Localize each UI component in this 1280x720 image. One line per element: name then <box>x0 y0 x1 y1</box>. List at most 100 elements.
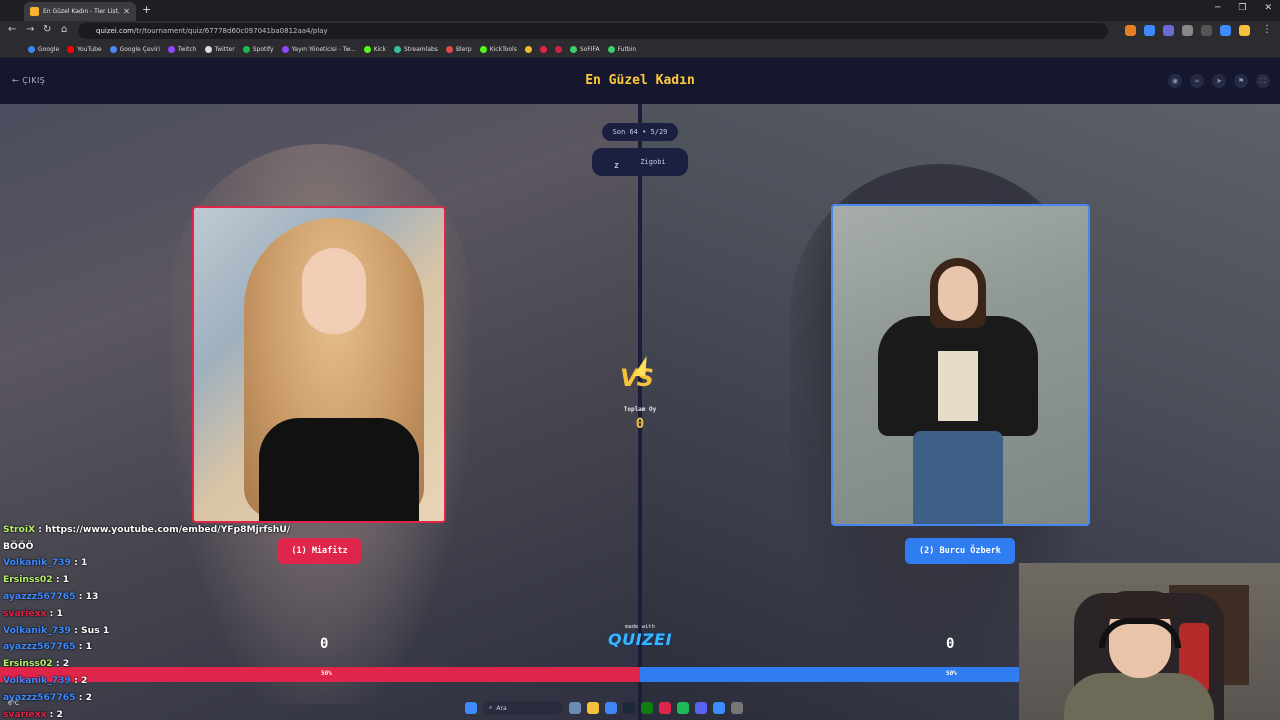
choose-left-button[interactable]: (1) Miafitz <box>278 538 361 564</box>
close-window-icon[interactable]: ✕ <box>1264 3 1272 13</box>
forward-icon[interactable]: → <box>26 24 34 35</box>
reload-icon[interactable]: ↻ <box>43 24 51 35</box>
bookmark-item[interactable]: Spotify <box>242 45 274 53</box>
chat-text: 1 <box>56 607 63 619</box>
bookmarks-bar: Google YouTube Google Çeviri Twitch Twitter S… <box>0 41 1280 58</box>
chat-message: ayazzz567765 : 2 <box>3 689 283 706</box>
creator-name: Zigobi <box>629 153 677 171</box>
bookmark-label: Twitter <box>214 45 235 53</box>
bookmark-item[interactable]: SoFIFA <box>569 45 600 53</box>
right-option-card[interactable] <box>831 204 1090 526</box>
windows-start-icon[interactable] <box>465 702 477 714</box>
bookmark-item[interactable]: Twitter <box>204 45 235 53</box>
task-view-icon[interactable] <box>569 702 581 714</box>
chat-text: 1 <box>62 574 70 586</box>
bookmark-item[interactable]: Streamlabs <box>393 45 438 53</box>
chat-username: Ersinss02 <box>3 574 53 586</box>
bookmark-item[interactable]: Google Çeviri <box>109 45 160 53</box>
bookmark-item[interactable] <box>554 45 562 53</box>
app-icon[interactable] <box>659 702 671 714</box>
bookmark-item[interactable]: Yayın Yöneticisi - Tw... <box>281 45 356 53</box>
chat-username: ayazzz567765 <box>3 591 76 603</box>
bookmark-item[interactable]: Futbin <box>607 45 637 53</box>
extension-icon[interactable] <box>1163 25 1174 36</box>
chat-separator: : <box>75 641 86 653</box>
new-tab-icon[interactable]: + <box>142 3 151 16</box>
bookmark-favicon-icon <box>167 45 175 53</box>
extension-icon[interactable] <box>1125 25 1136 36</box>
url-field[interactable]: quizei.com/tr/tournament/quiz/67778d60c0… <box>78 23 1108 39</box>
right-percent-label: 50% <box>946 670 957 677</box>
extension-icon[interactable] <box>1239 25 1250 36</box>
bookmark-label: Futbin <box>617 45 637 53</box>
chat-username: svariexx <box>3 708 47 720</box>
fullscreen-icon[interactable]: ⛶ <box>1256 74 1270 88</box>
chat-message: svariexx : 2 <box>3 706 283 720</box>
chat-message: StroiX : https://www.youtube.com/embed/Y… <box>3 521 290 538</box>
left-option-card[interactable] <box>192 206 446 523</box>
chat-username: Volkanik_739 <box>3 557 71 569</box>
browser-tab[interactable]: En Güzel Kadın - Tier List, Kör S ✕ <box>24 2 136 21</box>
creator-badge[interactable]: Z Zigobi <box>592 148 688 176</box>
send-icon[interactable]: ➤ <box>1212 74 1226 88</box>
extension-icon[interactable] <box>1144 25 1155 36</box>
chat-text: 1 <box>85 641 92 653</box>
round-label: Son 64 • 5/29 <box>601 123 679 141</box>
weather-widget[interactable]: 6°C <box>8 700 19 707</box>
close-tab-icon[interactable]: ✕ <box>123 7 130 16</box>
quizei-logo: QUIZEI <box>608 630 673 649</box>
chat-username: ayazzz567765 <box>3 641 76 653</box>
bookmark-item[interactable]: Twitch <box>167 45 197 53</box>
file-explorer-icon[interactable] <box>587 702 599 714</box>
chat-text: BÖÖÖ <box>3 540 34 552</box>
home-icon[interactable]: ⌂ <box>61 24 67 35</box>
bookmark-item[interactable]: KickTools <box>479 45 517 53</box>
quizei-favicon-icon <box>30 7 39 16</box>
extension-icons <box>1125 25 1250 36</box>
bookmark-favicon-icon <box>28 45 35 53</box>
bookmark-item[interactable]: YouTube <box>67 45 102 53</box>
bookmark-favicon-icon <box>281 45 289 53</box>
chrome-icon[interactable] <box>605 702 617 714</box>
extensions-puzzle-icon[interactable] <box>1201 25 1212 36</box>
chat-text: 13 <box>85 591 99 603</box>
bookmark-favicon-icon <box>569 45 577 53</box>
chat-text: 1 <box>81 557 88 569</box>
minimize-icon[interactable]: ─ <box>1215 3 1220 13</box>
bookmark-item[interactable]: Blerp <box>445 45 472 53</box>
screen: En Güzel Kadın - Tier List, Kör S ✕ + ─ … <box>0 0 1280 720</box>
chat-separator: : <box>70 675 82 687</box>
chat-message: ayazzz567765 : 1 <box>3 639 283 656</box>
made-with-quizei: made with QUIZEI <box>608 624 672 649</box>
bookmark-item[interactable]: Kick <box>363 45 386 53</box>
chat-username: Volkanik_739 <box>3 624 71 636</box>
link-icon[interactable]: ∞ <box>1190 74 1204 88</box>
bookmark-label: Yayın Yöneticisi - Tw... <box>291 45 356 53</box>
bookmark-item[interactable] <box>524 45 532 53</box>
bookmark-item[interactable] <box>539 45 547 53</box>
extension-icon[interactable] <box>1182 25 1193 36</box>
photos-icon[interactable] <box>713 702 725 714</box>
spotify-icon[interactable] <box>677 702 689 714</box>
choose-right-button[interactable]: (2) Burcu Özberk <box>905 538 1015 564</box>
maximize-icon[interactable]: ❐ <box>1238 3 1246 13</box>
url-host: quizei.com <box>96 27 134 35</box>
url-path: /tr/tournament/quiz/67778d60c097041ba081… <box>133 27 328 35</box>
streamer-webcam <box>1019 563 1280 720</box>
xbox-icon[interactable] <box>641 702 653 714</box>
chat-separator: : <box>35 523 46 535</box>
taskbar-search[interactable]: ⌕ Ara <box>483 701 563 715</box>
bookmark-item[interactable]: Google <box>28 45 59 53</box>
profile-icon[interactable] <box>1220 25 1231 36</box>
chat-message: Volkanik_739 : Sus 1 <box>3 622 283 639</box>
chat-message: svariexx : 1 <box>3 605 283 622</box>
discord-icon[interactable] <box>695 702 707 714</box>
menu-dots-icon[interactable]: ⋮ <box>1262 24 1272 35</box>
taskbar-search-label: Ara <box>496 704 507 712</box>
chat-message: Ersinss02 : 2 <box>3 655 283 672</box>
eye-icon[interactable]: ◉ <box>1168 74 1182 88</box>
obs-icon[interactable] <box>731 702 743 714</box>
steam-icon[interactable] <box>623 702 635 714</box>
back-icon[interactable]: ← <box>8 24 16 35</box>
flag-icon[interactable]: ⚑ <box>1234 74 1248 88</box>
